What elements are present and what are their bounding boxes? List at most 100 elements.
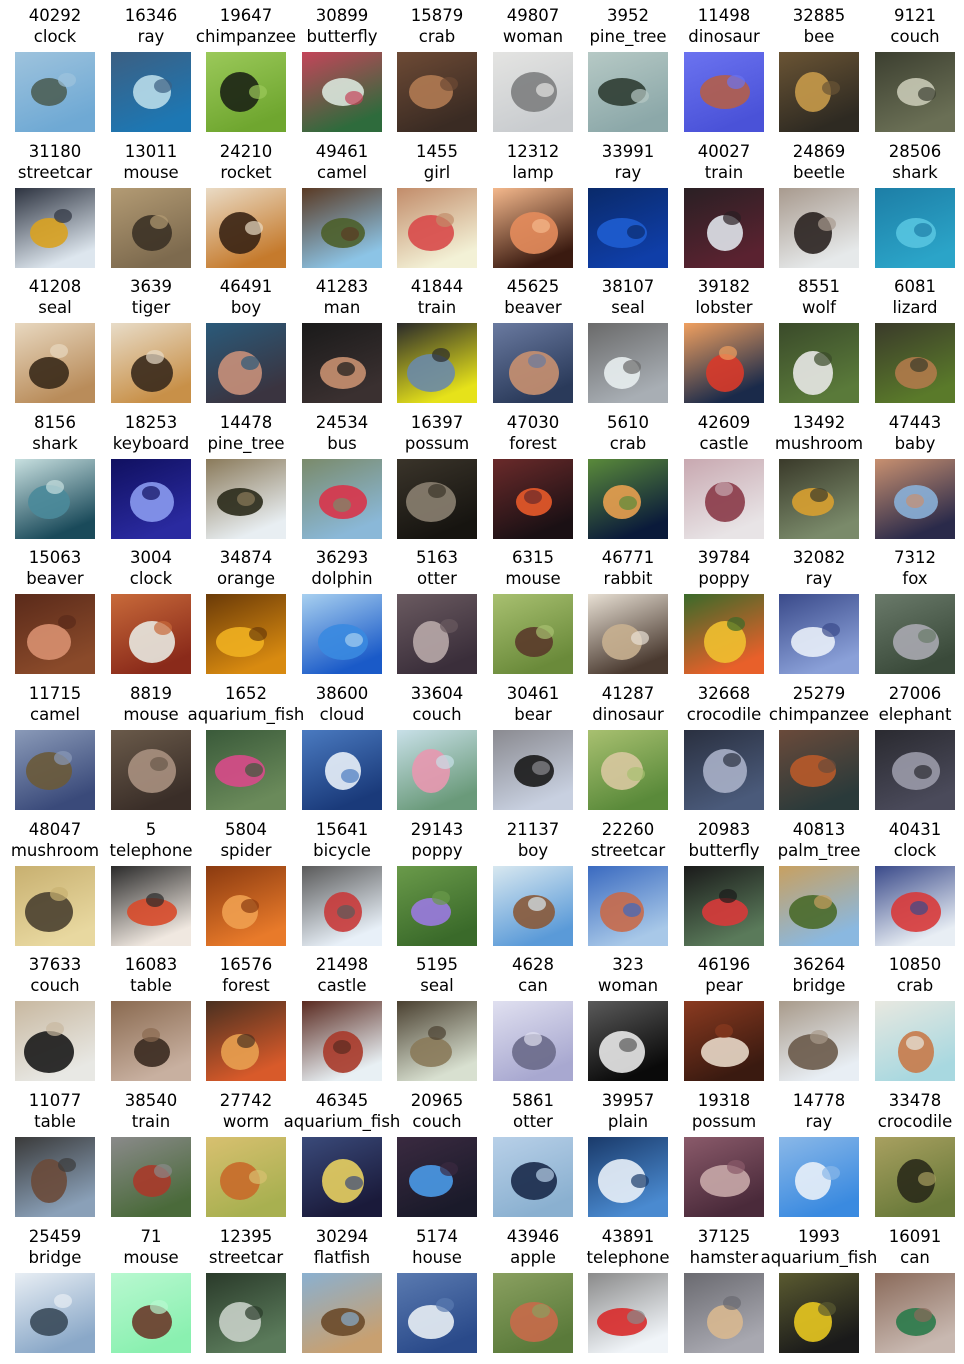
thumbnail-image	[684, 730, 764, 810]
thumbnail-image	[111, 730, 191, 810]
thumbnail-image	[206, 52, 286, 132]
grid-cell: 1455 girl	[389, 136, 485, 272]
thumbnail-image	[779, 1273, 859, 1353]
thumbnail-image	[397, 866, 477, 946]
grid-cell: 19318 possum	[676, 1085, 772, 1221]
thumbnail-image	[684, 594, 764, 674]
thumbnail-image	[493, 188, 573, 268]
thumbnail-art	[684, 866, 764, 946]
grid-cell: 33604 couch	[389, 678, 485, 814]
grid-cell: 36264 bridge	[771, 949, 867, 1085]
thumbnail-image	[875, 52, 955, 132]
thumbnail-image	[302, 188, 382, 268]
thumbnail-art	[588, 459, 668, 539]
thumbnail-art	[684, 1273, 764, 1353]
thumbnail-art	[779, 594, 859, 674]
grid-cell: 7312 fox	[867, 542, 963, 678]
thumbnail-art	[111, 866, 191, 946]
grid-cell: 20983 butterfly	[676, 814, 772, 950]
thumbnail-image	[493, 323, 573, 403]
grid-cell: 1993 aquarium_fish	[761, 1221, 877, 1357]
grid-cell: 27006 elephant	[867, 678, 963, 814]
thumbnail-image	[206, 1273, 286, 1353]
grid-cell: 5195 seal	[389, 949, 485, 1085]
grid-cell: 43946 apple	[485, 1221, 581, 1357]
thumbnail-art	[111, 52, 191, 132]
thumbnail-image	[875, 1273, 955, 1353]
grid-cell: 31180 streetcar	[7, 136, 103, 272]
class-label: baby	[894, 434, 936, 453]
thumbnail-image	[588, 188, 668, 268]
grid-cell: 21498 castle	[294, 949, 390, 1085]
thumbnail-image	[111, 866, 191, 946]
thumbnail-art	[493, 594, 573, 674]
thumbnail-art	[875, 188, 955, 268]
image-index: 10850	[888, 955, 942, 974]
thumbnail-art	[111, 1273, 191, 1353]
thumbnail-art	[206, 323, 286, 403]
grid-cell: 15063 beaver	[7, 542, 103, 678]
thumbnail-image	[588, 459, 668, 539]
thumbnail-image	[111, 52, 191, 132]
thumbnail-image	[493, 1273, 573, 1353]
image-index: 16091	[888, 1227, 942, 1246]
grid-cell: 24534 bus	[294, 407, 390, 543]
grid-cell: 42609 castle	[676, 407, 772, 543]
thumbnail-image	[875, 459, 955, 539]
thumbnail-art	[302, 1001, 382, 1081]
thumbnail-art	[875, 52, 955, 132]
thumbnail-image	[875, 323, 955, 403]
grid-cell: 32082 ray	[771, 542, 867, 678]
thumbnail-art	[302, 188, 382, 268]
thumbnail-image	[206, 323, 286, 403]
thumbnail-art	[493, 323, 573, 403]
thumbnail-art	[302, 1137, 382, 1217]
thumbnail-art	[588, 730, 668, 810]
grid-cell: 28506 shark	[867, 136, 963, 272]
thumbnail-image	[684, 1137, 764, 1217]
thumbnail-image	[206, 866, 286, 946]
thumbnail-art	[779, 1001, 859, 1081]
grid-cell: 38107 seal	[580, 271, 676, 407]
grid-cell: 38540 train	[103, 1085, 199, 1221]
thumbnail-image	[206, 188, 286, 268]
thumbnail-art	[588, 594, 668, 674]
thumbnail-art	[779, 52, 859, 132]
thumbnail-art	[875, 594, 955, 674]
thumbnail-art	[397, 1001, 477, 1081]
grid-cell: 37633 couch	[7, 949, 103, 1085]
grid-cell: 16397 possum	[389, 407, 485, 543]
grid-cell: 43891 telephone	[580, 1221, 676, 1357]
grid-cell: 11715 camel	[7, 678, 103, 814]
class-label: lizard	[892, 298, 938, 317]
grid-cell: 34874 orange	[198, 542, 294, 678]
class-label: shark	[892, 163, 938, 182]
thumbnail-art	[779, 1137, 859, 1217]
grid-cell: 46771 rabbit	[580, 542, 676, 678]
thumbnail-image	[779, 730, 859, 810]
thumbnail-art	[302, 730, 382, 810]
thumbnail-image	[684, 323, 764, 403]
grid-cell: 49461 camel	[294, 136, 390, 272]
thumbnail-art	[206, 188, 286, 268]
thumbnail-art	[15, 459, 95, 539]
grid-cell: 40292 clock	[7, 0, 103, 136]
thumbnail-art	[15, 1137, 95, 1217]
thumbnail-art	[15, 1001, 95, 1081]
thumbnail-art	[302, 52, 382, 132]
grid-cell: 39182 lobster	[676, 271, 772, 407]
thumbnail-art	[588, 1001, 668, 1081]
thumbnail-image	[15, 188, 95, 268]
grid-cell: 32885 bee	[771, 0, 867, 136]
thumbnail-art	[302, 459, 382, 539]
grid-cell: 8551 wolf	[771, 271, 867, 407]
thumbnail-image	[779, 1001, 859, 1081]
thumbnail-art	[875, 730, 955, 810]
thumbnail-art	[111, 730, 191, 810]
image-index: 28506	[888, 142, 942, 161]
grid-cell: 49807 woman	[485, 0, 581, 136]
class-label: crocodile	[877, 1112, 953, 1131]
thumbnail-art	[302, 594, 382, 674]
thumbnail-art	[779, 866, 859, 946]
thumbnail-art	[302, 1273, 382, 1353]
